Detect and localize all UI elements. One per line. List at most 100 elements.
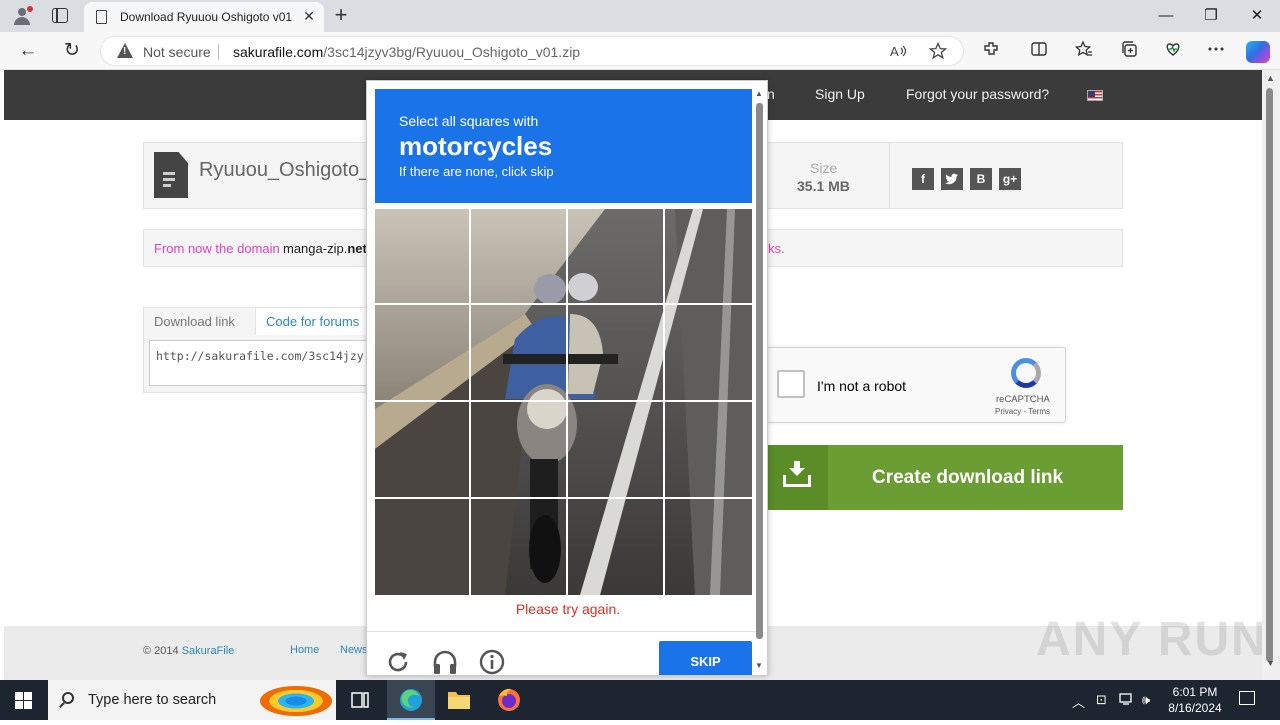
google-plus-share-icon[interactable]: g+: [999, 168, 1021, 190]
captcha-tile[interactable]: [471, 305, 566, 400]
file-explorer-icon[interactable]: [435, 680, 483, 720]
captcha-tile[interactable]: [568, 305, 663, 400]
captcha-tile[interactable]: [375, 499, 469, 595]
file-icon: [154, 152, 188, 198]
notice-domain-tld: net: [347, 241, 367, 256]
clock-time: 6:01 PM: [1172, 685, 1218, 699]
more-icon[interactable]: [1204, 40, 1228, 62]
create-download-link-button[interactable]: Create download link: [766, 445, 1123, 510]
windows-start-icon[interactable]: [15, 692, 32, 709]
terms-link[interactable]: Terms: [1028, 407, 1050, 416]
page-scrollbar[interactable]: ▲ ▼: [1262, 70, 1280, 680]
back-button[interactable]: ←: [16, 40, 40, 62]
captcha-tile[interactable]: [471, 402, 566, 497]
warning-icon[interactable]: [117, 43, 133, 58]
captcha-tile[interactable]: [665, 305, 752, 400]
tab-close-button[interactable]: ✕: [300, 8, 318, 25]
notifications-icon[interactable]: [1239, 691, 1255, 705]
download-icon: [766, 445, 828, 510]
captcha-tile[interactable]: [375, 402, 469, 497]
tab-title: Download Ryuuou Oshigoto v01: [120, 10, 293, 24]
browser-essentials-icon[interactable]: [1161, 40, 1185, 62]
profile-icon[interactable]: [12, 6, 33, 26]
taskbar-search-box[interactable]: Type here to search: [48, 680, 336, 720]
system-clock[interactable]: 6:01 PM 8/16/2024: [1160, 684, 1230, 716]
svg-text:A: A: [890, 44, 899, 59]
vk-share-icon[interactable]: B: [970, 168, 992, 190]
captcha-tile[interactable]: [665, 499, 752, 595]
captcha-tile[interactable]: [471, 209, 566, 303]
captcha-tile[interactable]: [375, 305, 469, 400]
copyright: © 2014 SakuraFile: [143, 645, 234, 657]
link-code-field[interactable]: http://sakurafile.com/3sc14jzy: [149, 340, 375, 386]
captcha-tile[interactable]: [665, 402, 752, 497]
search-icon: [62, 692, 74, 704]
new-tab-button[interactable]: +: [330, 3, 352, 27]
page-scrollbar-thumb[interactable]: [1266, 88, 1273, 662]
tray-chevron-icon[interactable]: ︿: [1072, 692, 1085, 711]
page-icon: [96, 10, 107, 24]
tab-code-for-forums[interactable]: Code for forums: [255, 308, 373, 335]
recaptcha-label: I'm not a robot: [817, 378, 907, 394]
skip-button[interactable]: SKIP: [659, 641, 752, 675]
address-bar[interactable]: Not secure sakurafile.com/3sc14jzyv3bg/R…: [100, 36, 964, 66]
split-screen-icon[interactable]: [1027, 40, 1051, 62]
twitter-share-icon[interactable]: [941, 168, 963, 190]
notice-domain[interactable]: manga-zip.net: [283, 241, 367, 256]
create-download-link-label: Create download link: [872, 467, 1064, 488]
info-icon[interactable]: [479, 649, 509, 675]
copilot-icon[interactable]: [1246, 41, 1270, 63]
captcha-scrollbar-thumb[interactable]: [756, 103, 763, 639]
favorites-icon[interactable]: [1072, 40, 1096, 62]
footer-brand-link[interactable]: SakuraFile: [182, 645, 235, 657]
footer-home-link[interactable]: Home: [290, 644, 319, 656]
captcha-tile[interactable]: [568, 209, 663, 303]
url-path: /3sc14jzyv3bg/Ryuuou_Oshigoto_v01.zip: [323, 44, 581, 60]
edge-icon[interactable]: [387, 680, 435, 720]
tab-download-link[interactable]: Download link: [144, 308, 245, 335]
captcha-tile[interactable]: [375, 209, 469, 303]
us-flag-icon[interactable]: [1087, 90, 1103, 101]
maximize-button[interactable]: ❐: [1197, 4, 1225, 28]
login-link[interactable]: n: [767, 86, 775, 102]
captcha-instruction: Select all squares with: [399, 113, 539, 129]
captcha-tile[interactable]: [568, 402, 663, 497]
captcha-tile[interactable]: [471, 499, 566, 595]
copyright-text: © 2014: [143, 645, 182, 657]
reload-icon[interactable]: [385, 649, 415, 675]
search-highlight-image[interactable]: [260, 686, 332, 716]
facebook-share-icon[interactable]: f: [912, 168, 934, 190]
firefox-icon[interactable]: [485, 680, 533, 720]
task-view-icon[interactable]: [336, 680, 384, 720]
tab-actions-icon[interactable]: [52, 8, 68, 23]
browser-tab[interactable]: Download Ryuuou Oshigoto v01 ✕: [84, 2, 324, 32]
browser-tabbar: Download Ryuuou Oshigoto v01 ✕ + — ❐ ✕: [0, 0, 1280, 32]
security-status[interactable]: Not secure: [143, 44, 211, 60]
recaptcha-checkbox[interactable]: [777, 370, 805, 398]
tray-device-icon[interactable]: ⊡: [1096, 692, 1107, 708]
signup-link[interactable]: Sign Up: [815, 86, 865, 102]
forgot-password-link[interactable]: Forgot your password?: [906, 86, 1049, 102]
captcha-scrollbar[interactable]: ▲ ▼: [755, 89, 765, 673]
captcha-tile[interactable]: [665, 209, 752, 303]
minimize-button[interactable]: —: [1152, 4, 1180, 28]
favorite-star-icon[interactable]: [928, 41, 948, 65]
network-icon[interactable]: [1119, 692, 1135, 709]
captcha-tile[interactable]: [568, 499, 663, 595]
privacy-link[interactable]: Privacy: [995, 407, 1021, 416]
search-placeholder: Type here to search: [88, 692, 217, 708]
url-text[interactable]: sakurafile.com/3sc14jzyv3bg/Ryuuou_Oshig…: [233, 44, 580, 60]
extensions-icon[interactable]: [979, 40, 1003, 62]
read-aloud-icon[interactable]: A: [889, 42, 907, 65]
captcha-footer-divider: [367, 631, 759, 632]
refresh-button[interactable]: ↻: [60, 40, 84, 62]
windows-taskbar: Type here to search ︿ ⊡ 🕪 6:01 PM 8/16/2…: [0, 680, 1280, 720]
volume-icon[interactable]: 🕪: [1142, 692, 1150, 708]
size-value: 35.1 MB: [797, 178, 850, 194]
omnibox-divider: [218, 44, 219, 60]
audio-challenge-icon[interactable]: [431, 649, 461, 675]
collections-icon[interactable]: [1117, 40, 1141, 62]
footer-news-link[interactable]: News: [340, 644, 368, 656]
close-window-button[interactable]: ✕: [1243, 4, 1271, 28]
anyrun-watermark: ANY RUN: [1036, 613, 1268, 666]
